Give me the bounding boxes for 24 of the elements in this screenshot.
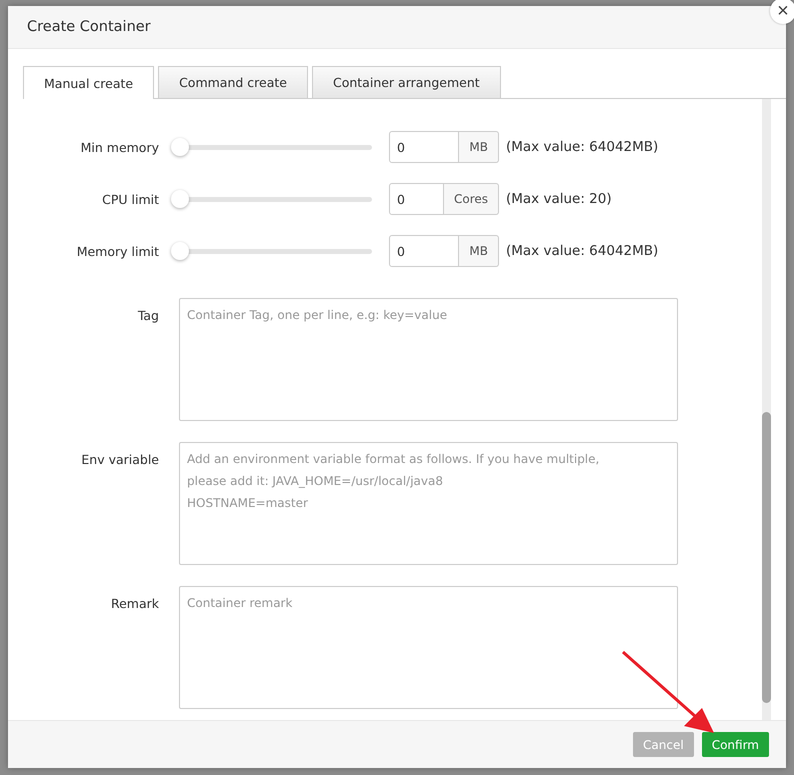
unit-label: Cores [444, 183, 499, 215]
text-area[interactable]: Add an environment variable format as follows. If you have multiple, please add it: JAVA_HOME=/usr/local/java8 HOSTNAME=master [179, 442, 678, 565]
text-area[interactable]: Container remark [179, 586, 678, 709]
field-label: Env variable [80, 451, 159, 469]
number-input[interactable]: 0 [389, 183, 444, 215]
field-label: CPU limit [101, 192, 159, 206]
number-input[interactable]: 0 [389, 131, 460, 163]
tab[interactable]: Command create [158, 66, 308, 98]
close-button[interactable]: × [770, 0, 794, 24]
tab[interactable]: Container arrangement [312, 66, 501, 98]
unit-label: MB [459, 131, 499, 163]
field-label: Remark [110, 595, 159, 613]
max-value-note: (Max value: 64042MB) [506, 139, 658, 155]
max-value-note: (Max value: 20) [506, 191, 612, 207]
field-label: Tag [136, 307, 159, 325]
number-input[interactable]: 0 [389, 235, 460, 267]
field-label: Min memory [80, 140, 159, 154]
scrollbar[interactable] [762, 99, 771, 720]
dialog-title: Create Container [27, 19, 151, 35]
unit-label: MB [459, 235, 499, 267]
field-label: Memory limit [76, 244, 159, 258]
tab[interactable]: Manual create [23, 66, 154, 99]
max-value-note: (Max value: 64042MB) [506, 243, 658, 259]
text-area[interactable]: Container Tag, one per line, e.g: key=value [179, 298, 678, 421]
